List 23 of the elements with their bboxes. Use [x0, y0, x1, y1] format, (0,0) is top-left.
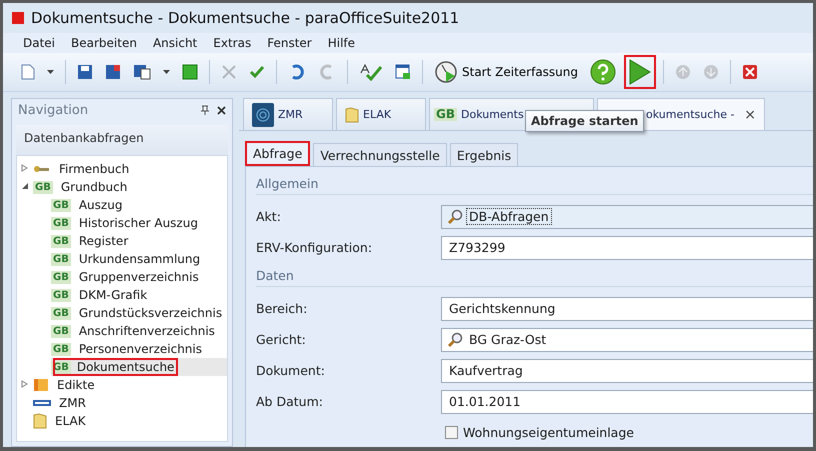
gb-badge: GB	[51, 198, 71, 212]
section-title: Daten	[256, 263, 813, 287]
gb-badge: GB	[51, 306, 71, 320]
gb-badge: GB	[51, 216, 71, 230]
gb-badge: GB	[51, 270, 71, 284]
panel-title: Navigation	[18, 102, 90, 118]
section-title: Allgemein	[256, 171, 813, 195]
field-label: Dokument:	[256, 363, 326, 378]
gb-badge: GB	[51, 288, 71, 302]
gb-badge: GB	[51, 252, 71, 266]
gb-badge: GB	[51, 342, 71, 356]
gb-badge: GB	[33, 180, 53, 194]
gb-badge: GB	[51, 234, 71, 248]
field-label: Gericht:	[256, 332, 307, 347]
gb-badge: GB	[51, 324, 71, 338]
gb-badge: GB	[434, 108, 457, 121]
tooltip: Abfrage starten	[525, 110, 644, 132]
window-title: Dokumentsuche - Dokumentsuche - paraOfficeSuite2011	[31, 9, 460, 27]
field-label: Ab Datum:	[256, 394, 324, 409]
field-label: ERV-Konfiguration:	[256, 240, 374, 255]
field-label: Bereich:	[256, 301, 308, 316]
section-header: Datenbankabfragen	[16, 125, 228, 155]
field-label: Akt:	[256, 209, 282, 224]
